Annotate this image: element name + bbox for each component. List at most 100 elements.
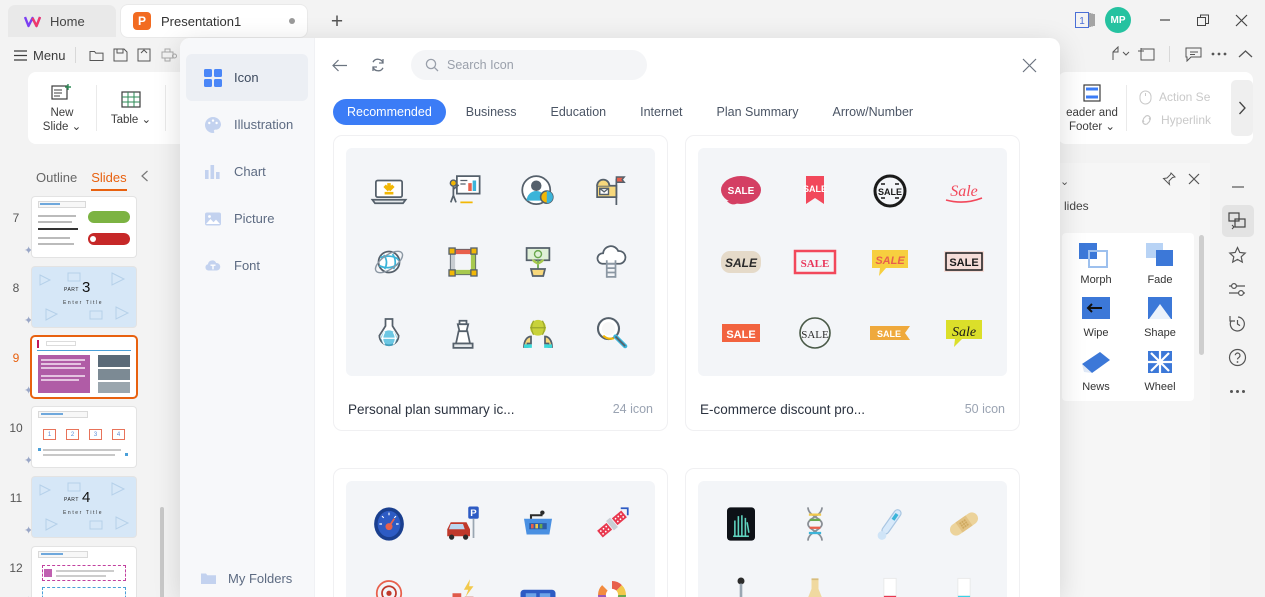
sidebar-item-font[interactable]: Font xyxy=(186,242,308,289)
settings-sliders-icon[interactable] xyxy=(1222,273,1254,305)
icon-set-results[interactable]: Personal plan summary ic... 24 icon SALE… xyxy=(333,135,1046,597)
back-icon[interactable] xyxy=(327,52,353,78)
slide-thumbnail-pane[interactable]: 7 ✦ 8 ✦ PART 3 Enter Title 9 ✦ 10 ✦ 1 2 … xyxy=(0,191,180,597)
tab-internet[interactable]: Internet xyxy=(626,99,696,125)
transition-scrollbar[interactable] xyxy=(1199,235,1204,355)
dialog-close-icon[interactable] xyxy=(1016,52,1042,78)
minimize-icon[interactable] xyxy=(1222,171,1254,203)
svg-text:1: 1 xyxy=(1079,16,1085,27)
close-icon[interactable] xyxy=(1188,172,1200,190)
ribbon-links: Action Se Hyperlink xyxy=(1127,90,1211,127)
icon-set-card[interactable]: P xyxy=(333,468,668,597)
image-icon xyxy=(205,212,221,225)
transition-wipe[interactable]: Wipe xyxy=(1066,294,1126,339)
window-controls: 1 MP xyxy=(1073,4,1259,36)
flask-globe-icon xyxy=(378,317,400,346)
save-as-icon[interactable] xyxy=(133,44,157,66)
thumbnail-slide-7[interactable] xyxy=(32,197,136,257)
collapse-ribbon-icon[interactable] xyxy=(1233,43,1257,65)
hands-globe-icon xyxy=(522,319,553,348)
sidebar-item-picture[interactable]: Picture xyxy=(186,195,308,242)
avatar[interactable]: MP xyxy=(1105,7,1131,33)
sale-box-pink-icon: SALE xyxy=(787,245,843,279)
tab-home[interactable]: Home xyxy=(8,5,116,37)
icon-set-card[interactable]: SALE SALE SALE Sale SALE SALE SALE SALE … xyxy=(685,135,1020,431)
sidebar-item-chart[interactable]: Chart xyxy=(186,148,308,195)
icon-preview-grid: P xyxy=(346,481,655,597)
more-icon[interactable] xyxy=(1207,43,1231,65)
laptop-download-icon xyxy=(370,179,408,205)
sidebar-item-label: Illustration xyxy=(234,117,294,132)
transition-gallery[interactable]: Morph Fade Wipe Shape News Wheel xyxy=(1062,233,1194,401)
sidebar-item-icon[interactable]: Icon xyxy=(186,54,308,101)
sale-bubble-yellow-icon: SALE xyxy=(862,245,918,279)
thumbnail-slide-9[interactable] xyxy=(32,337,136,397)
pin-icon[interactable] xyxy=(1162,171,1177,191)
tab-business[interactable]: Business xyxy=(452,99,531,125)
new-tab-button[interactable]: + xyxy=(325,9,349,33)
comment-icon[interactable] xyxy=(1181,43,1205,65)
tab-slides[interactable]: Slides xyxy=(91,170,128,191)
refresh-icon[interactable] xyxy=(365,52,391,78)
chevron-down-icon[interactable]: ⌄ xyxy=(1060,175,1069,188)
help-icon[interactable] xyxy=(1222,341,1254,373)
transition-wheel[interactable]: Wheel xyxy=(1130,348,1190,393)
slide-count-icon[interactable]: 1 xyxy=(1073,10,1099,30)
thumbnail-scrollbar[interactable] xyxy=(160,507,164,597)
thumbnail-number: 11 xyxy=(9,491,23,505)
new-slide-button[interactable]: New Slide ⌄ xyxy=(28,75,96,141)
close-icon[interactable] xyxy=(1223,4,1259,36)
thumbnail-row-7[interactable]: 7 ✦ xyxy=(0,197,170,257)
transition-news[interactable]: News xyxy=(1066,348,1126,393)
header-footer-button[interactable]: eader and Footer ⌄ xyxy=(1058,75,1126,141)
tab-presentation1[interactable]: P Presentation1 xyxy=(121,5,307,37)
collapse-panel-icon[interactable] xyxy=(140,170,149,185)
insert-note-icon[interactable] xyxy=(1134,43,1158,65)
tab-education[interactable]: Education xyxy=(537,99,621,125)
icon-set-card[interactable] xyxy=(685,468,1020,597)
shape-transition-icon xyxy=(1148,297,1172,320)
svg-text:SALE: SALE xyxy=(728,186,755,197)
ribbon-expand-button[interactable] xyxy=(1231,80,1253,136)
mailbox-icon xyxy=(596,176,626,206)
thumbnail-slide-11[interactable]: PART 4 Enter Title xyxy=(32,477,136,537)
tab-plan-summary[interactable]: Plan Summary xyxy=(703,99,813,125)
svg-text:SALE: SALE xyxy=(803,184,827,194)
menu-button[interactable]: Menu xyxy=(14,48,66,63)
tab-outline[interactable]: Outline xyxy=(36,170,77,185)
tab-arrow-number[interactable]: Arrow/Number xyxy=(818,99,927,125)
history-icon[interactable] xyxy=(1222,307,1254,339)
transition-fade[interactable]: Fade xyxy=(1130,241,1190,286)
save-icon[interactable] xyxy=(109,44,133,66)
thumbnail-row-9[interactable]: 9 ✦ xyxy=(0,337,170,397)
tab-recommended[interactable]: Recommended xyxy=(333,99,446,125)
thumbnail-row-8[interactable]: 8 ✦ PART 3 Enter Title xyxy=(0,267,170,327)
thumbnail-slide-10[interactable]: 1 2 3 4 xyxy=(32,407,136,467)
thumbnail-row-10[interactable]: 10 ✦ 1 2 3 4 xyxy=(0,407,170,467)
minimize-icon[interactable] xyxy=(1147,4,1183,36)
thumbnail-slide-12[interactable] xyxy=(32,547,136,597)
sidebar-item-label: Picture xyxy=(234,211,275,226)
transition-morph[interactable]: Morph xyxy=(1066,241,1126,286)
thumbnail-row-12[interactable]: 12 ✦ xyxy=(0,547,170,597)
thumbnail-slide-8[interactable]: PART 3 Enter Title xyxy=(32,267,136,327)
folder-open-icon[interactable] xyxy=(85,44,109,66)
search-input[interactable]: Search Icon xyxy=(411,50,647,80)
transition-label: Wheel xyxy=(1144,380,1176,393)
icon-set-card[interactable]: Personal plan summary ic... 24 icon xyxy=(333,135,668,431)
table-button[interactable]: Table ⌄ xyxy=(97,75,165,141)
action-settings-button[interactable]: Action Se xyxy=(1139,90,1211,105)
slide-transition-icon[interactable] xyxy=(1221,205,1254,237)
restore-icon[interactable] xyxy=(1185,4,1221,36)
insert-resource-dialog[interactable]: Icon Illustration Chart Picture Font My … xyxy=(180,38,1060,597)
more-horizontal-icon[interactable] xyxy=(1222,375,1254,407)
thumbnail-row-11[interactable]: 11 ✦ PART 4 Enter Title xyxy=(0,477,170,537)
transition-shape[interactable]: Shape xyxy=(1130,294,1190,339)
my-folders-button[interactable]: My Folders xyxy=(180,559,314,597)
hyperlink-button[interactable]: Hyperlink xyxy=(1139,113,1211,127)
animation-star-icon[interactable] xyxy=(1222,239,1254,271)
morph-transition-icon xyxy=(1079,243,1108,268)
sidebar-item-illustration[interactable]: Illustration xyxy=(186,101,308,148)
print-icon[interactable] xyxy=(157,44,181,66)
export-dropdown-icon[interactable] xyxy=(1108,43,1132,65)
